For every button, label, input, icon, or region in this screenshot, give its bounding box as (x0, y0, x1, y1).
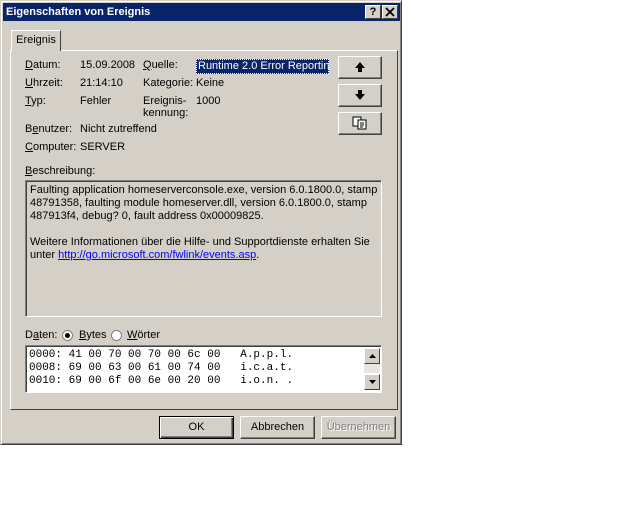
words-radio[interactable] (111, 330, 122, 341)
help-button[interactable]: ? (365, 5, 381, 19)
description-line: 487913f4, debug? 0, fault address 0x0000… (30, 210, 264, 222)
datum-value: 15.09.2008 (80, 59, 136, 71)
hex-data-box[interactable]: 0000: 41 00 70 00 70 00 6c 00 A.p.p.l. 0… (25, 345, 382, 393)
description-text: Faulting application homeserverconsole.e… (30, 184, 380, 262)
tab-ereignis[interactable]: Ereignis (11, 30, 61, 51)
uhrzeit-label: Uhrzeit: (25, 77, 63, 89)
quelle-value-field[interactable]: Runtime 2.0 Error Reporting (196, 59, 329, 74)
kategorie-label: Kategorie: (143, 77, 194, 89)
close-icon (385, 7, 395, 17)
copy-icon (352, 116, 367, 130)
data-label: Daten: (25, 329, 58, 341)
hex-row: 0010: 69 00 6f 00 6e 00 20 00 i.o.n. . (29, 375, 294, 387)
kategorie-value: Keine (196, 77, 225, 89)
event-properties-dialog: Eigenschaften von Ereignis ? Ereignis Da… (0, 0, 402, 445)
description-line: 48791358, faulting module homeserver.dll… (30, 197, 367, 209)
cancel-button[interactable]: Abbrechen (240, 416, 315, 439)
scroll-down-icon (368, 380, 376, 384)
hex-row: 0008: 69 00 63 00 61 00 74 00 i.c.a.t. (29, 362, 294, 374)
words-radio-label[interactable]: Wörter (127, 329, 160, 341)
title-bar: Eigenschaften von Ereignis ? (3, 3, 400, 21)
hex-row: 0000: 41 00 70 00 70 00 6c 00 A.p.p.l. (29, 349, 294, 361)
benutzer-value: Nicht zutreffend (80, 123, 157, 135)
benutzer-label: Benutzer: (25, 123, 73, 135)
description-box[interactable]: Faulting application homeserverconsole.e… (25, 180, 382, 317)
bytes-radio[interactable] (62, 330, 73, 341)
description-link-prefix: unter (30, 249, 59, 261)
description-label: Beschreibung: (25, 165, 96, 177)
uhrzeit-value: 21:14:10 (80, 77, 123, 89)
description-link-suffix: . (256, 249, 260, 261)
arrow-up-icon (355, 62, 365, 72)
typ-label: Typ: (25, 95, 46, 107)
description-line: Weitere Informationen über die Hilfe- un… (30, 236, 370, 248)
copy-to-clipboard-button[interactable] (338, 112, 382, 135)
datum-label: Datum: (25, 59, 61, 71)
arrow-down-icon (355, 90, 365, 100)
quelle-label: Quelle: (143, 59, 178, 71)
scrollbar-track[interactable] (364, 364, 380, 373)
bytes-radio-label[interactable]: Bytes (79, 329, 107, 341)
ereignis-id-label-line2: kennung: (143, 107, 189, 119)
typ-value: Fehler (80, 95, 112, 107)
ereignis-id-label: Ereignis- kennung: (143, 95, 188, 119)
computer-value: SERVER (80, 141, 126, 153)
computer-label: Computer: (25, 141, 77, 153)
help-link[interactable]: http://go.microsoft.com/fwlink/events.as… (58, 249, 256, 261)
ereignis-id-value: 1000 (196, 95, 221, 107)
close-button[interactable] (382, 5, 398, 19)
description-line: unter http://go.microsoft.com/fwlink/eve… (30, 249, 380, 262)
ereignis-id-label-line1: Ereignis- (143, 95, 187, 107)
ok-button[interactable]: OK (159, 416, 234, 439)
scroll-up-button[interactable] (364, 348, 380, 364)
next-event-button[interactable] (338, 84, 382, 107)
scroll-down-button[interactable] (364, 374, 380, 390)
previous-event-button[interactable] (338, 56, 382, 79)
description-line: Faulting application homeserverconsole.e… (30, 184, 378, 196)
scroll-up-icon (368, 354, 376, 358)
window-title: Eigenschaften von Ereignis (6, 6, 151, 18)
apply-button[interactable]: Übernehmen (321, 416, 396, 439)
